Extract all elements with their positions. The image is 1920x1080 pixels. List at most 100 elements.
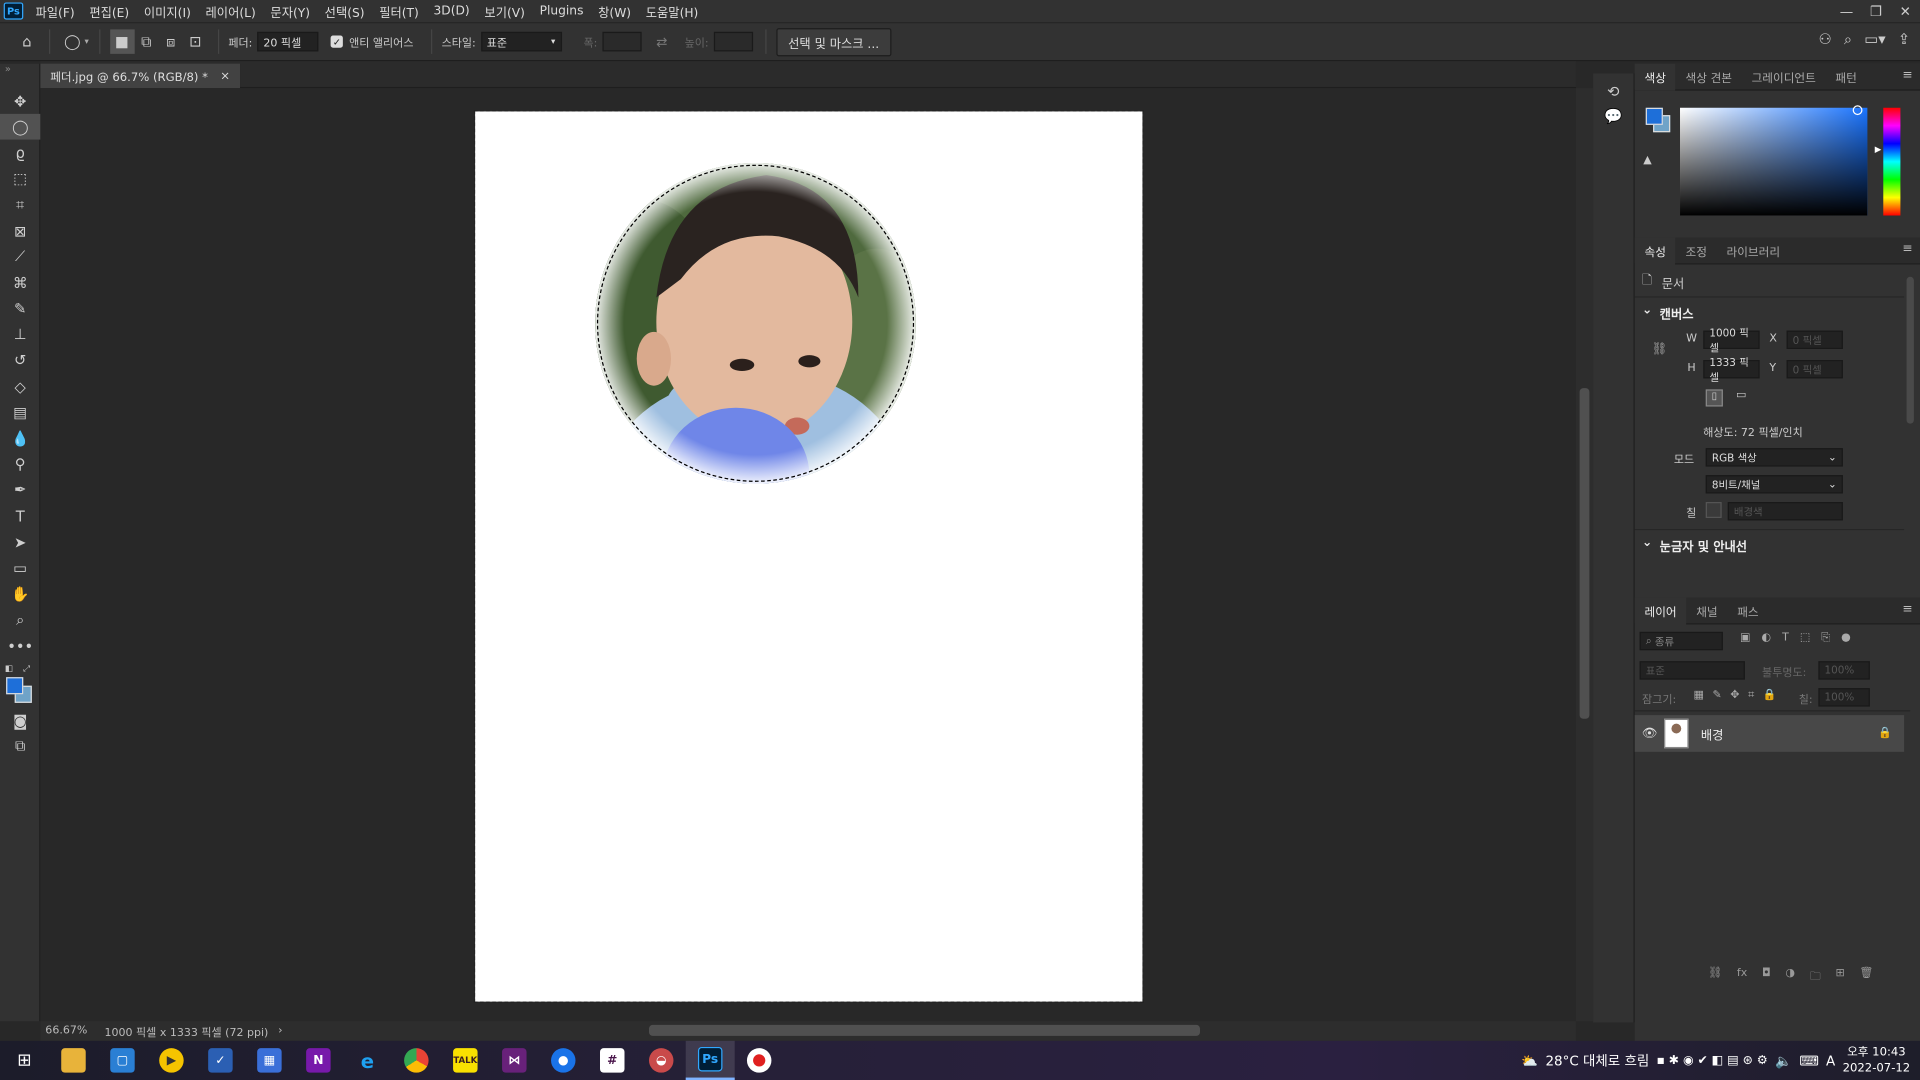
select-and-mask-button[interactable]: 선택 및 마스크 ... — [775, 27, 892, 56]
adjustment-layer-icon[interactable]: ◑ — [1785, 967, 1795, 987]
lock-all-icon[interactable]: 🔒 — [1763, 689, 1777, 701]
width-input[interactable] — [602, 31, 642, 52]
move-tool-icon[interactable]: ✥ — [0, 88, 40, 114]
default-colors-icon[interactable]: ◧ — [5, 664, 13, 674]
rectangle-tool-icon[interactable]: ▭ — [0, 555, 40, 581]
chevron-right-icon[interactable]: › — [278, 1025, 282, 1037]
zoom-level[interactable]: 66.67% — [45, 1025, 87, 1037]
restore-icon[interactable]: ❐ — [1861, 0, 1890, 22]
new-selection-icon[interactable]: ■ — [109, 29, 135, 54]
layer-style-icon[interactable]: fx — [1737, 967, 1747, 987]
taskbar-maps[interactable]: ● — [539, 1041, 588, 1080]
menu-layer[interactable]: 레이어(L) — [198, 2, 263, 20]
zoom-tool-icon[interactable]: ⌕ — [0, 607, 40, 633]
antialias-checkbox[interactable]: ✓ — [330, 35, 343, 48]
delete-layer-icon[interactable]: 🗑 — [1859, 967, 1873, 987]
lock-artboard-icon[interactable]: ⌗ — [1748, 689, 1754, 701]
taskbar-chrome[interactable] — [392, 1041, 441, 1080]
bit-depth-select[interactable]: 8비트/채널 ⌄ — [1705, 475, 1843, 494]
tab-gradients[interactable]: 그레이디언트 — [1742, 63, 1826, 90]
taskbar-onenote[interactable]: N — [294, 1041, 343, 1080]
filter-toggle-icon[interactable]: ● — [1841, 632, 1851, 644]
panel-menu-icon[interactable]: ≡ — [1902, 602, 1912, 615]
subtract-selection-icon[interactable]: ⧈ — [159, 29, 183, 53]
taskbar-slack[interactable]: # — [588, 1041, 637, 1080]
layer-name[interactable]: 배경 — [1701, 724, 1724, 742]
eraser-tool-icon[interactable]: ◇ — [0, 374, 40, 400]
workspace-icon[interactable]: ▭▾ — [1864, 31, 1885, 49]
filter-shape-icon[interactable]: ⬚ — [1800, 632, 1810, 644]
weather-icon[interactable]: ⛅ — [1521, 1052, 1538, 1068]
tab-properties[interactable]: 속성 — [1634, 236, 1676, 264]
gradient-tool-icon[interactable]: ▤ — [0, 399, 40, 425]
menu-help[interactable]: 도움말(H) — [638, 2, 705, 20]
tray-icons[interactable]: ▪ ✱ ◉ ✔ ◧ ▤ ⊛ ⚙ — [1657, 1054, 1768, 1067]
speaker-icon[interactable]: 🔈 — [1775, 1052, 1792, 1068]
panel-menu-icon[interactable]: ≡ — [1902, 69, 1912, 82]
taskbar-photoshop[interactable]: Ps — [685, 1040, 735, 1080]
canvas-height-input[interactable]: 1333 픽셀 — [1703, 357, 1760, 384]
more-tools-icon[interactable]: ••• — [0, 633, 40, 659]
link-layers-icon[interactable]: ⛓ — [1708, 967, 1722, 987]
layer-lock-icon[interactable]: 🔒 — [1878, 727, 1892, 739]
document-tab[interactable]: 페더.jpg @ 66.7% (RGB/8) * × — [40, 63, 240, 89]
chevron-down-icon[interactable]: ⌄ — [1642, 304, 1652, 322]
height-input[interactable] — [713, 31, 753, 52]
filter-pixel-icon[interactable]: ▣ — [1740, 632, 1750, 644]
frame-tool-icon[interactable]: ⊠ — [0, 218, 40, 244]
menu-edit[interactable]: 편집(E) — [82, 2, 137, 20]
chevron-down-icon[interactable]: ⌄ — [1642, 536, 1652, 554]
menu-type[interactable]: 문자(Y) — [263, 2, 317, 20]
taskbar-explorer[interactable] — [49, 1041, 98, 1080]
link-icon[interactable]: ⛓ — [1652, 343, 1668, 356]
color-field[interactable] — [1680, 107, 1868, 216]
menu-select[interactable]: 선택(S) — [317, 2, 372, 20]
clock[interactable]: 오후 10:43 2022-07-12 — [1843, 1044, 1911, 1076]
taskbar-calculator[interactable]: ▦ — [245, 1041, 294, 1080]
canvas-x-input[interactable]: 0 픽셀 — [1786, 330, 1843, 349]
horizontal-scrollbar[interactable] — [648, 1024, 1201, 1036]
clone-stamp-tool-icon[interactable]: ⊥ — [0, 322, 40, 348]
search-icon[interactable]: ⌕ — [1844, 31, 1852, 49]
filter-smart-object-icon[interactable]: ⎘ — [1821, 632, 1830, 644]
share-learn-icon[interactable]: ⚇ — [1818, 31, 1831, 49]
close-tab-icon[interactable]: × — [220, 69, 230, 82]
intersect-selection-icon[interactable]: ⊡ — [183, 29, 207, 53]
share-icon[interactable]: ⇪ — [1898, 31, 1910, 49]
layer-row-background[interactable]: 👁 배경 🔒 — [1634, 715, 1905, 752]
tab-layers[interactable]: 레이어 — [1634, 596, 1687, 624]
lock-transparency-icon[interactable]: ▦ — [1693, 689, 1703, 701]
hand-tool-icon[interactable]: ✋ — [0, 581, 40, 607]
feather-input[interactable]: 20 픽셀 — [257, 31, 319, 52]
menu-filter[interactable]: 필터(T) — [372, 2, 426, 20]
style-select[interactable]: 표준 ▾ — [480, 31, 562, 52]
quick-mask-icon[interactable]: ◙ — [0, 708, 40, 734]
taskbar-ie[interactable]: e — [343, 1041, 392, 1080]
taskbar-visual-studio[interactable]: ⋈ — [490, 1041, 539, 1080]
menu-3d[interactable]: 3D(D) — [426, 4, 477, 17]
chevron-down-icon[interactable]: ▾ — [84, 37, 88, 47]
eyedropper-tool-icon[interactable]: ⟋ — [0, 244, 40, 270]
fill-color-swatch[interactable] — [1705, 502, 1722, 518]
history-icon[interactable]: ⟲ — [1602, 83, 1624, 100]
close-icon[interactable]: ✕ — [1891, 0, 1920, 22]
crop-tool-icon[interactable]: ⌗ — [0, 192, 40, 218]
marquee-tool-icon[interactable]: ◯ — [0, 114, 41, 141]
swap-icon[interactable]: ⇄ — [656, 34, 667, 50]
object-select-tool-icon[interactable]: ⬚ — [0, 166, 40, 192]
dodge-tool-icon[interactable]: ⚲ — [0, 451, 40, 477]
taskbar-recorder[interactable] — [735, 1041, 784, 1080]
start-button[interactable]: ⊞ — [0, 1041, 49, 1080]
menu-window[interactable]: 창(W) — [591, 2, 639, 20]
swap-colors-icon[interactable]: ⤢ — [23, 664, 30, 675]
vertical-scrollbar[interactable] — [1575, 88, 1594, 1022]
layer-fill-input[interactable]: 100% — [1818, 688, 1870, 707]
history-brush-tool-icon[interactable]: ↺ — [0, 348, 40, 374]
elliptical-marquee-icon[interactable]: ◯ — [60, 29, 84, 53]
blur-tool-icon[interactable]: 💧 — [0, 425, 40, 451]
canvas-y-input[interactable]: 0 픽셀 — [1786, 360, 1843, 379]
tab-libraries[interactable]: 라이브러리 — [1717, 237, 1790, 264]
lock-position-icon[interactable]: ✥ — [1730, 689, 1739, 701]
panel-menu-icon[interactable]: ≡ — [1902, 242, 1912, 255]
tab-patterns[interactable]: 패턴 — [1826, 63, 1867, 90]
